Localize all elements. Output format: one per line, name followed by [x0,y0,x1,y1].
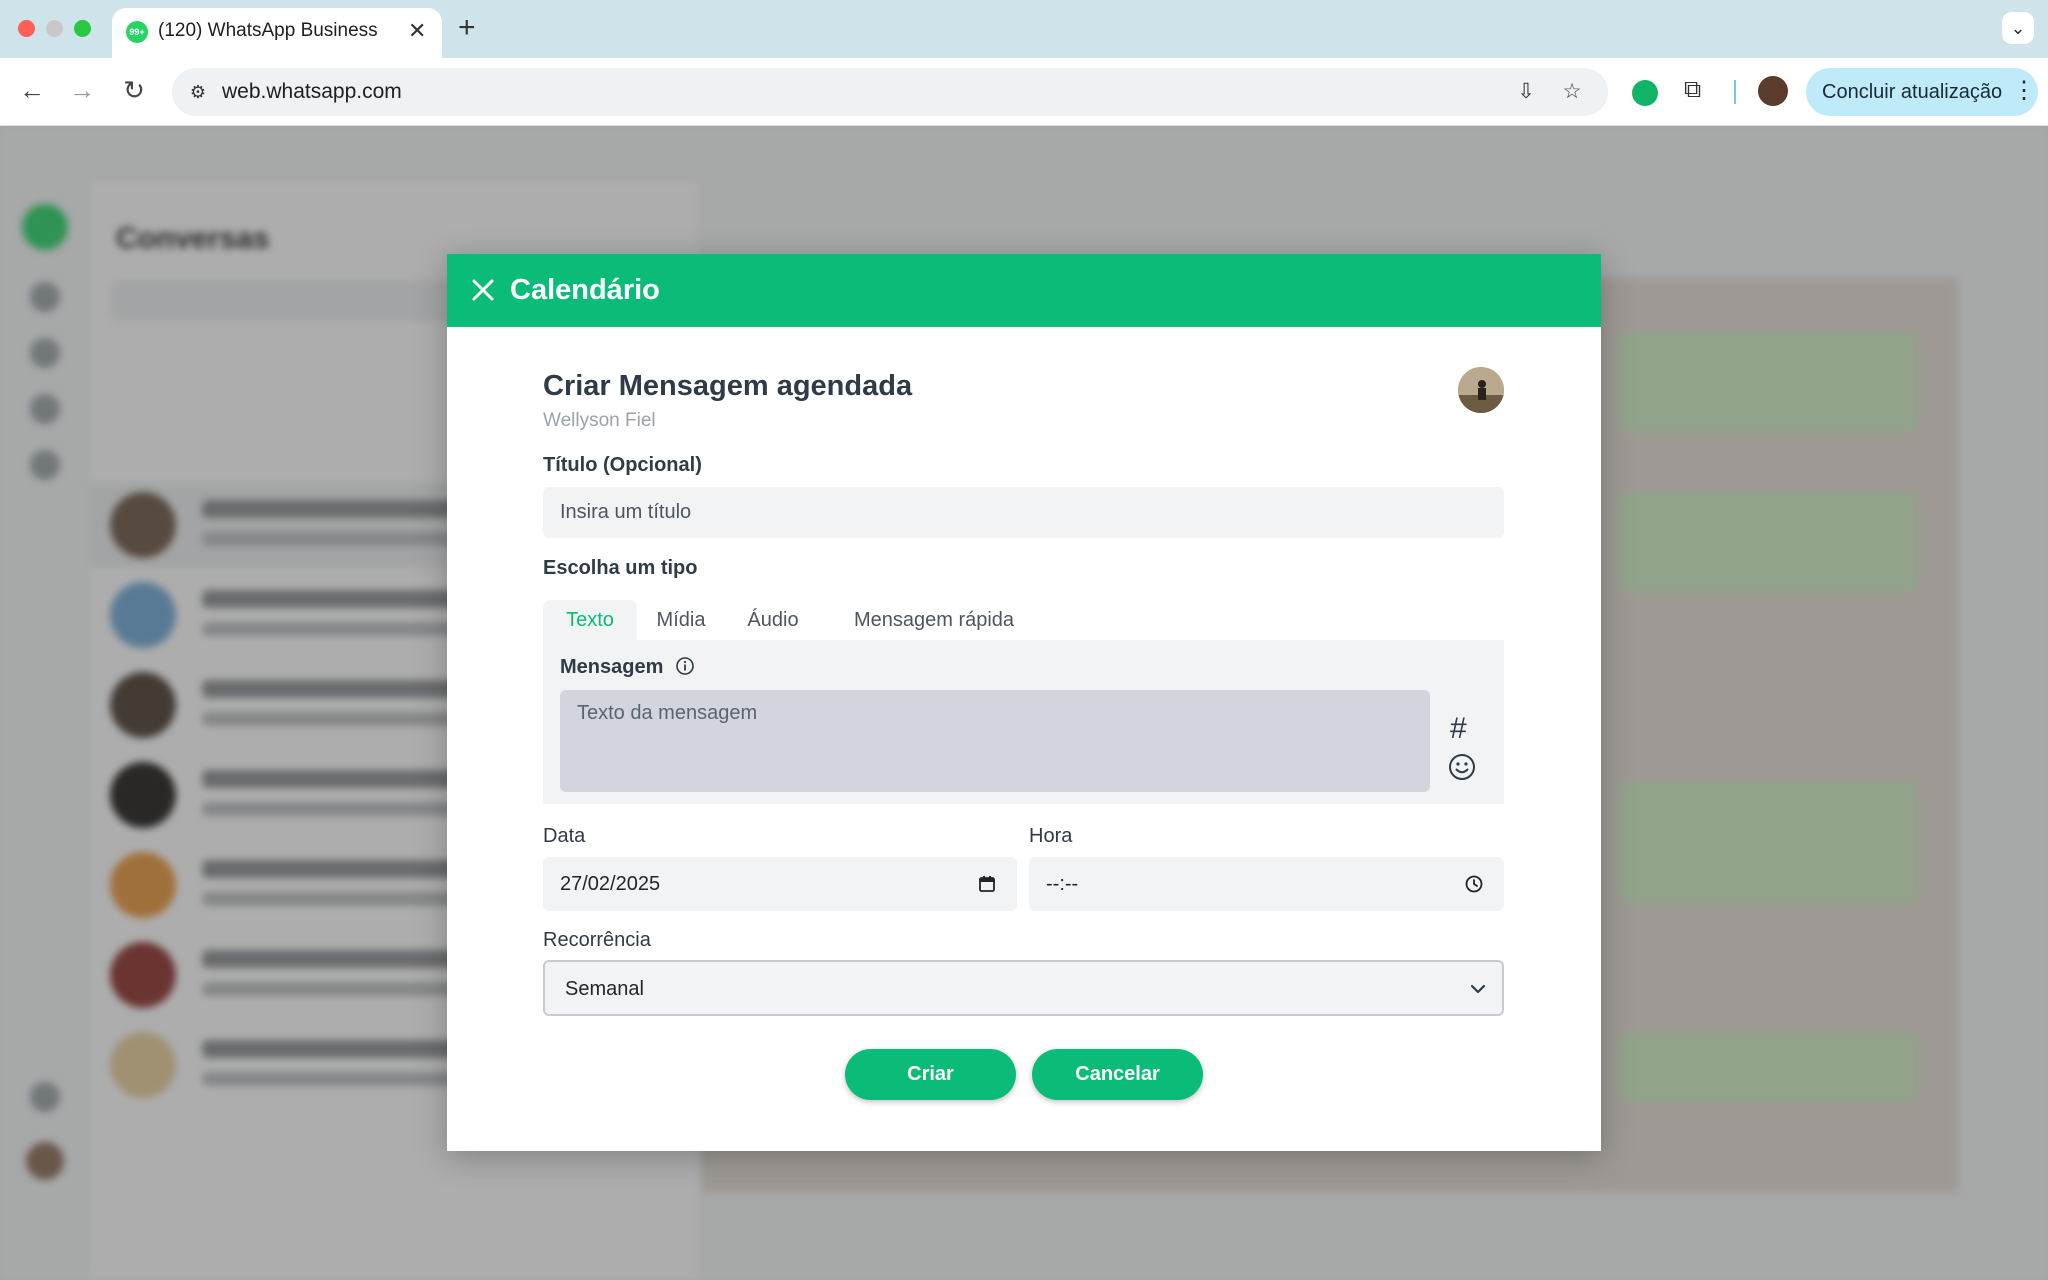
recurrence-select[interactable]: Semanal [543,960,1504,1016]
new-tab-icon[interactable]: + [458,11,476,45]
form-title: Criar Mensagem agendada [543,370,913,402]
date-value: 27/02/2025 [560,873,661,895]
calendar-modal: Calendário Criar Mensagem agendada Welly… [447,254,1601,1151]
browser-toolbar: ← → ↻ ⚙ web.whatsapp.com ⇩ ☆ [0,58,2048,126]
calendar-icon[interactable] [977,874,997,894]
time-value: --:-- [1046,873,1079,895]
title-input[interactable] [543,487,1504,538]
tab-search-chevron-icon[interactable]: ⌄ [2002,12,2034,44]
tab-texto[interactable]: Texto [543,600,637,640]
contact-avatar [1458,367,1504,413]
tab-mensagem-rapida[interactable]: Mensagem rápida [837,600,1031,640]
message-label: Mensagem [560,656,664,678]
tab-audio[interactable]: Áudio [725,600,821,640]
type-label: Escolha um tipo [543,557,698,579]
window-maximize-button[interactable] [74,20,91,37]
title-label: Título (Opcional) [543,454,702,476]
reload-icon[interactable]: ↻ [116,72,152,108]
more-menu-icon[interactable]: ⋮ [2012,76,2036,105]
back-arrow-icon[interactable]: ← [14,72,50,108]
clock-icon[interactable] [1464,874,1484,894]
window-minimize-button[interactable] [46,20,63,37]
url-text: web.whatsapp.com [222,80,402,103]
extensions-puzzle-icon[interactable]: ⧉ [1684,76,1701,104]
contact-name: Wellyson Fiel [543,410,656,431]
cancel-button[interactable]: Cancelar [1032,1049,1203,1100]
time-field[interactable]: --:-- [1029,857,1504,911]
browser-tab-bar: 99+ (120) WhatsApp Business ✕ + ⌄ [0,0,2048,58]
hashtag-icon[interactable]: # [1450,712,1467,746]
browser-tab-whatsapp[interactable]: 99+ (120) WhatsApp Business ✕ [112,8,442,58]
install-app-icon[interactable]: ⇩ [1512,78,1540,106]
toolbar-divider [1734,80,1736,104]
profile-avatar[interactable] [1758,76,1788,106]
create-button[interactable]: Criar [845,1049,1016,1100]
window-close-button[interactable] [18,20,35,37]
tab-close-icon[interactable]: ✕ [408,18,426,44]
forward-arrow-icon[interactable]: → [64,72,100,108]
message-textarea[interactable] [560,690,1430,792]
close-icon[interactable] [465,272,501,308]
whatsapp-favicon-icon: 99+ [126,21,148,43]
recurrence-value: Semanal [565,978,644,1000]
extension-green-icon[interactable] [1632,80,1658,106]
modal-header: Calendário [447,254,1601,327]
site-settings-icon[interactable]: ⚙ [186,80,210,104]
time-label: Hora [1029,825,1073,847]
modal-title: Calendário [510,274,660,306]
recurrence-label: Recorrência [543,929,651,951]
message-panel: Mensagem # [543,640,1504,804]
bookmark-star-icon[interactable]: ☆ [1558,78,1586,106]
chevron-down-icon [1469,980,1487,998]
emoji-icon[interactable] [1447,752,1477,782]
update-chrome-button[interactable]: Concluir atualização ⋮ [1806,68,2038,116]
info-icon[interactable] [675,656,695,676]
tab-title: (120) WhatsApp Business [158,20,378,41]
date-field[interactable]: 27/02/2025 [543,857,1017,911]
update-button-label: Concluir atualização [1822,81,2003,103]
tab-midia[interactable]: Mídia [637,600,725,640]
address-bar[interactable]: ⚙ web.whatsapp.com ⇩ ☆ [172,68,1608,116]
date-label: Data [543,825,586,847]
